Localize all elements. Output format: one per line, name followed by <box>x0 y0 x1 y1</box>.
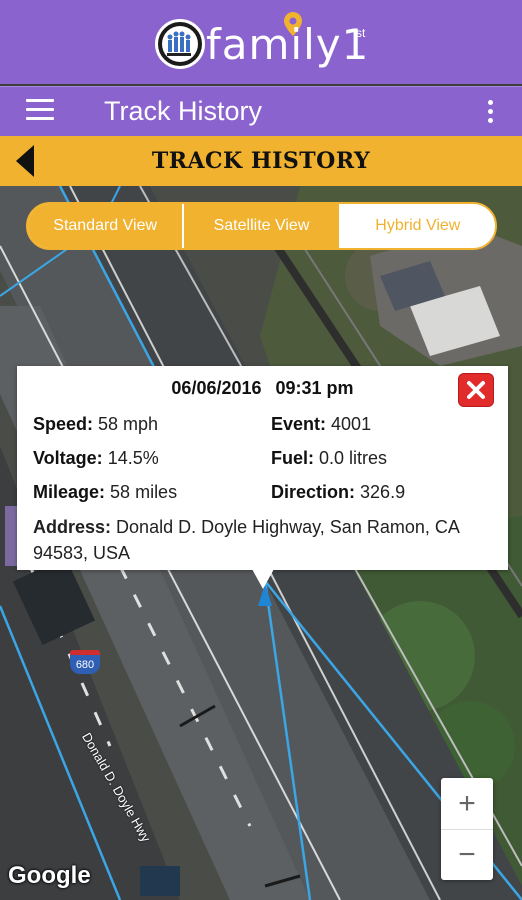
section-header: TRACK HISTORY <box>0 136 522 186</box>
address-field: Address: Donald D. Doyle Highway, San Ra… <box>33 514 503 566</box>
brand-logo-text: family1 <box>206 20 370 69</box>
voltage-value: 14.5% <box>107 448 159 468</box>
map-view-toggle: Standard View Satellite View Hybrid View <box>26 202 497 250</box>
voltage-field: Voltage: 14.5% <box>33 448 159 469</box>
popup-pointer <box>252 569 274 589</box>
brand-logo-superscript: st <box>356 26 366 40</box>
zoom-out-button[interactable]: − <box>441 829 493 880</box>
fuel-label: Fuel: <box>271 448 314 468</box>
popup-datetime: 06/06/2016 09:31 pm <box>17 378 508 399</box>
google-attribution: Google <box>8 862 91 889</box>
direction-value: 326.9 <box>360 482 406 502</box>
toolbar-title: Track History <box>104 96 263 126</box>
close-icon[interactable] <box>458 373 494 407</box>
event-label: Event: <box>271 414 327 434</box>
speed-label: Speed: <box>33 414 94 434</box>
voltage-label: Voltage: <box>33 448 103 468</box>
app-toolbar: Track History <box>0 86 522 136</box>
direction-label: Direction: <box>271 482 356 502</box>
zoom-controls: + − <box>441 778 493 880</box>
section-title: TRACK HISTORY <box>151 148 371 174</box>
fuel-field: Fuel: 0.0 litres <box>271 448 387 469</box>
standard-view-button[interactable]: Standard View <box>28 204 183 248</box>
brand-header: family1 st <box>0 0 522 84</box>
more-vert-icon[interactable] <box>484 100 496 126</box>
fuel-value: 0.0 litres <box>319 448 388 468</box>
event-field: Event: 4001 <box>271 414 371 435</box>
speed-value: 58 mph <box>98 414 159 434</box>
interstate-shield-icon: 680 <box>70 650 100 674</box>
satellite-view-button[interactable]: Satellite View <box>182 204 339 248</box>
zoom-in-button[interactable]: + <box>441 778 493 829</box>
event-value: 4001 <box>331 414 372 434</box>
mileage-value: 58 miles <box>110 482 178 502</box>
mileage-field: Mileage: 58 miles <box>33 482 177 503</box>
family-logo-emblem-icon <box>155 19 205 69</box>
hamburger-menu-icon[interactable] <box>26 99 54 123</box>
speed-field: Speed: 58 mph <box>33 414 158 435</box>
direction-field: Direction: 326.9 <box>271 482 405 503</box>
popup-date: 06/06/2016 <box>171 378 262 398</box>
popup-time: 09:31 pm <box>275 378 354 398</box>
track-info-popup: 06/06/2016 09:31 pm Speed: 58 mph Event: … <box>17 366 508 570</box>
address-label: Address: <box>33 517 112 537</box>
mileage-label: Mileage: <box>33 482 106 502</box>
hybrid-view-button[interactable]: Hybrid View <box>338 204 495 248</box>
